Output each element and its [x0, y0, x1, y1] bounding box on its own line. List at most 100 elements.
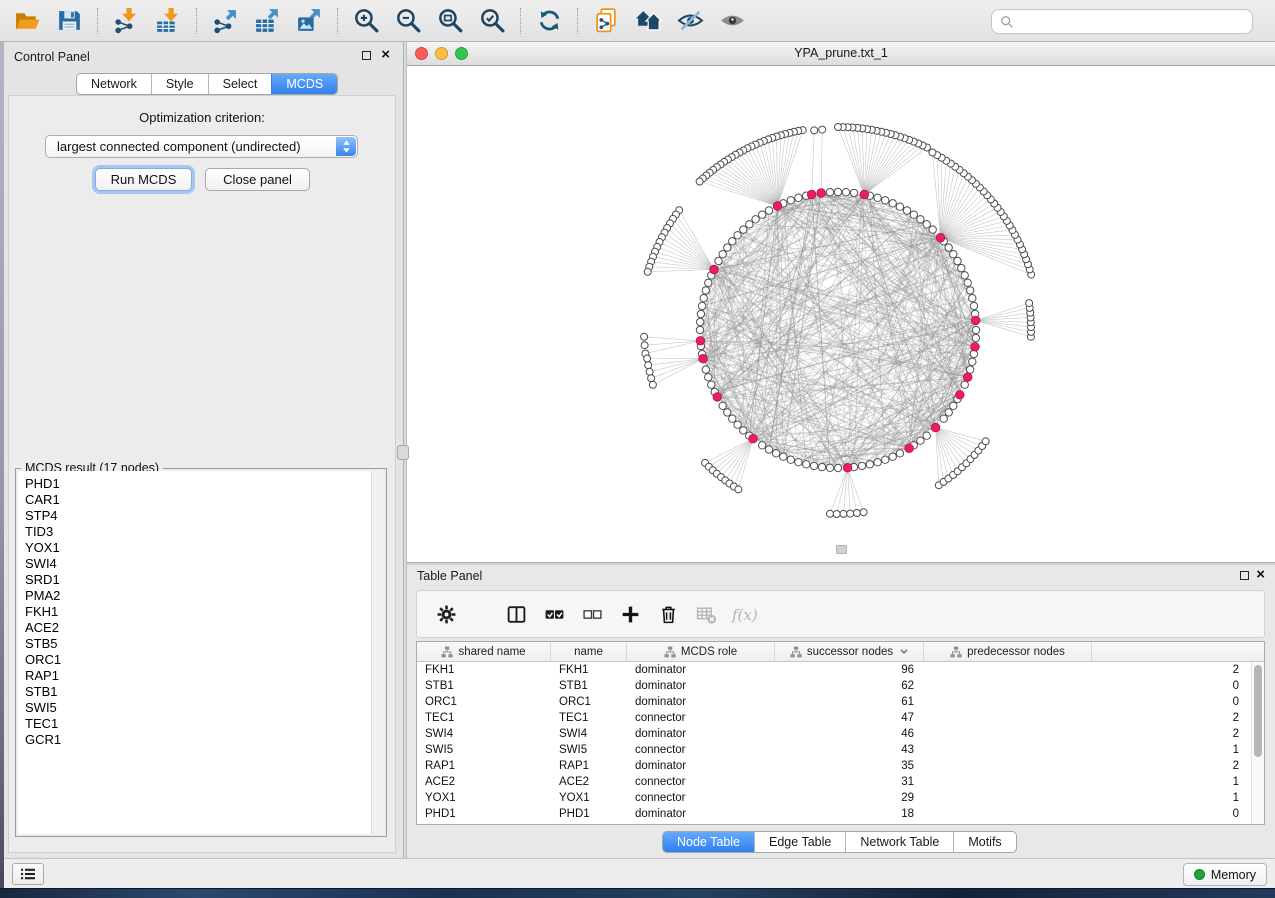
column-header-successor-nodes[interactable]: successor nodes	[775, 642, 924, 661]
table-cell[interactable]: ORC1	[551, 694, 627, 710]
open-file-button[interactable]	[8, 3, 46, 39]
mcds-result-item[interactable]: GCR1	[25, 732, 371, 748]
table-cell[interactable]: SWI4	[551, 726, 627, 742]
table-cell[interactable]: 2	[924, 662, 1251, 678]
mcds-result-item[interactable]: RAP1	[25, 668, 371, 684]
close-panel-icon[interactable]: ×	[381, 46, 390, 64]
table-cell[interactable]: 35	[775, 758, 924, 774]
table-cell[interactable]: FKH1	[551, 662, 627, 678]
search-box[interactable]	[991, 9, 1253, 34]
table-cell[interactable]: dominator	[627, 678, 775, 694]
table-cell[interactable]: ACE2	[417, 774, 551, 790]
tab-node-table[interactable]: Node Table	[663, 832, 754, 852]
table-scrollbar-thumb[interactable]	[1254, 665, 1262, 757]
tab-select[interactable]: Select	[208, 74, 272, 94]
table-cell[interactable]: dominator	[627, 726, 775, 742]
table-row[interactable]: SWI4SWI4dominator462	[417, 726, 1251, 742]
mcds-result-item[interactable]: CAR1	[25, 492, 371, 508]
show-all-button[interactable]	[713, 3, 751, 39]
column-header-predecessor-nodes[interactable]: predecessor nodes	[924, 642, 1092, 661]
run-mcds-button[interactable]: Run MCDS	[95, 168, 192, 191]
tab-network[interactable]: Network	[77, 74, 151, 94]
tab-edge-table[interactable]: Edge Table	[754, 832, 845, 852]
table-cell[interactable]: 18	[775, 806, 924, 822]
close-window-icon[interactable]	[415, 47, 428, 60]
column-header-shared-name[interactable]: shared name	[417, 642, 551, 661]
first-neighbors-button[interactable]	[629, 3, 667, 39]
table-cell[interactable]: connector	[627, 790, 775, 806]
deselect-all-button[interactable]	[581, 603, 604, 626]
table-cell[interactable]: SWI5	[417, 742, 551, 758]
table-cell[interactable]: FKH1	[417, 662, 551, 678]
mcds-result-item[interactable]: ORC1	[25, 652, 371, 668]
table-cell[interactable]: 1	[924, 742, 1251, 758]
table-cell[interactable]: YOX1	[417, 790, 551, 806]
tab-style[interactable]: Style	[151, 74, 208, 94]
mcds-result-item[interactable]: STB5	[25, 636, 371, 652]
maximize-window-icon[interactable]	[455, 47, 468, 60]
mcds-result-item[interactable]: STB1	[25, 684, 371, 700]
zoom-out-button[interactable]	[389, 3, 427, 39]
delete-row-button[interactable]	[657, 603, 680, 626]
mcds-result-item[interactable]: SWI5	[25, 700, 371, 716]
table-cell[interactable]: connector	[627, 774, 775, 790]
mcds-result-scrollbar[interactable]	[371, 471, 384, 834]
table-cell[interactable]: PHD1	[417, 806, 551, 822]
table-row[interactable]: RAP1RAP1dominator352	[417, 758, 1251, 774]
memory-button[interactable]: Memory	[1183, 863, 1267, 886]
table-cell[interactable]: 2	[924, 726, 1251, 742]
zoom-selected-button[interactable]	[473, 3, 511, 39]
table-row[interactable]: PHD1PHD1dominator180	[417, 806, 1251, 822]
table-cell[interactable]: 43	[775, 742, 924, 758]
table-cell[interactable]: SWI5	[551, 742, 627, 758]
table-cell[interactable]: RAP1	[417, 758, 551, 774]
hide-selected-button[interactable]	[671, 3, 709, 39]
zoom-fit-button[interactable]	[431, 3, 469, 39]
optimization-criterion-select[interactable]: largest connected component (undirected)	[45, 135, 358, 158]
table-cell[interactable]: 2	[924, 710, 1251, 726]
export-image-button[interactable]	[290, 3, 328, 39]
task-history-button[interactable]	[12, 863, 44, 885]
table-cell[interactable]: 0	[924, 694, 1251, 710]
tab-motifs[interactable]: Motifs	[953, 832, 1015, 852]
column-header-mcds-role[interactable]: MCDS role	[627, 642, 775, 661]
table-scrollbar[interactable]	[1251, 662, 1264, 824]
table-cell[interactable]: ORC1	[417, 694, 551, 710]
table-cell[interactable]: 62	[775, 678, 924, 694]
table-cell[interactable]: 61	[775, 694, 924, 710]
table-cell[interactable]: ACE2	[551, 774, 627, 790]
export-table-button[interactable]	[248, 3, 286, 39]
tab-mcds[interactable]: MCDS	[271, 74, 337, 94]
table-cell[interactable]: 1	[924, 774, 1251, 790]
table-cell[interactable]: 2	[924, 758, 1251, 774]
table-cell[interactable]: 46	[775, 726, 924, 742]
table-cell[interactable]: 29	[775, 790, 924, 806]
save-session-button[interactable]	[50, 3, 88, 39]
select-all-button[interactable]	[543, 603, 566, 626]
mcds-result-item[interactable]: PMA2	[25, 588, 371, 604]
table-cell[interactable]: 96	[775, 662, 924, 678]
table-cell[interactable]: 0	[924, 678, 1251, 694]
mcds-result-item[interactable]: TID3	[25, 524, 371, 540]
table-cell[interactable]: connector	[627, 742, 775, 758]
table-cell[interactable]: dominator	[627, 662, 775, 678]
table-row[interactable]: ORC1ORC1dominator610	[417, 694, 1251, 710]
table-row[interactable]: TEC1TEC1connector472	[417, 710, 1251, 726]
table-cell[interactable]: 47	[775, 710, 924, 726]
import-network-button[interactable]	[107, 3, 145, 39]
zoom-in-button[interactable]	[347, 3, 385, 39]
vertical-splitter-handle[interactable]	[397, 445, 409, 460]
float-window-icon[interactable]	[362, 51, 371, 60]
gear-button[interactable]	[435, 603, 458, 626]
search-input[interactable]	[1020, 15, 1244, 29]
float-table-panel-icon[interactable]	[1240, 571, 1249, 580]
table-cell[interactable]: TEC1	[551, 710, 627, 726]
mcds-result-item[interactable]: YOX1	[25, 540, 371, 556]
table-cell[interactable]: dominator	[627, 758, 775, 774]
canvas-resize-grip[interactable]	[836, 545, 847, 554]
table-cell[interactable]: STB1	[417, 678, 551, 694]
table-row[interactable]: FKH1FKH1dominator962	[417, 662, 1251, 678]
network-canvas[interactable]	[407, 66, 1275, 562]
column-header-name[interactable]: name	[551, 642, 627, 661]
mcds-result-item[interactable]: SRD1	[25, 572, 371, 588]
